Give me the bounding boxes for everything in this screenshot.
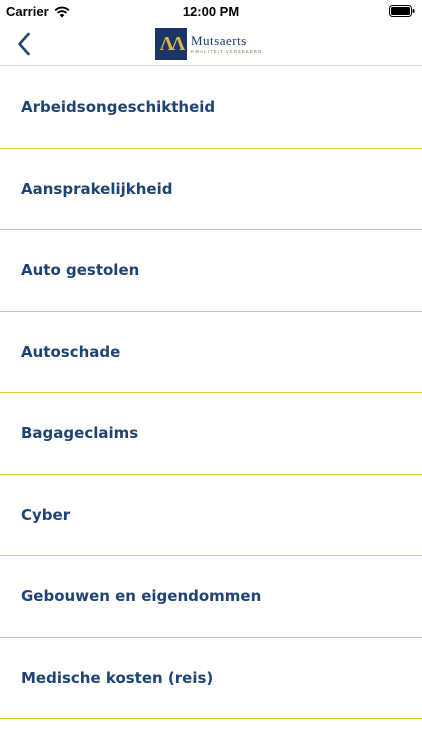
list-item-label: Medische kosten (reis): [21, 668, 214, 687]
list-item-label: Cyber: [21, 505, 71, 524]
list-item[interactable]: Cyber: [0, 475, 422, 556]
list-item-label: Auto gestolen: [21, 261, 140, 280]
list-item-label: Aansprakelijkheid: [21, 179, 173, 198]
list-item[interactable]: Gebouwen en eigendommen: [0, 556, 422, 638]
list-item-label: Gebouwen en eigendommen: [21, 587, 262, 606]
list-item-label: Bagageclaims: [21, 424, 139, 443]
list-item[interactable]: Medische kosten (reis): [0, 638, 422, 719]
logo-mark-icon: ΛΛ: [155, 28, 187, 60]
chevron-left-icon: [18, 32, 30, 56]
status-right: [389, 5, 415, 17]
navigation-bar: ΛΛ Mutsaerts KWALITEIT VERZEKERD: [0, 22, 422, 66]
list-item-label: Autoschade: [21, 342, 121, 361]
claim-type-list: Arbeidsongeschiktheid Aansprakelijkheid …: [0, 67, 422, 719]
list-item[interactable]: Aansprakelijkheid: [0, 149, 422, 230]
logo-name: Mutsaerts: [191, 32, 247, 48]
list-item-label: Arbeidsongeschiktheid: [21, 98, 216, 117]
list-item[interactable]: Auto gestolen: [0, 230, 422, 312]
list-item[interactable]: Arbeidsongeschiktheid: [0, 67, 422, 149]
list-item[interactable]: Bagageclaims: [0, 393, 422, 475]
status-time: 12:00 PM: [182, 4, 240, 19]
logo-text: Mutsaerts KWALITEIT VERZEKERD: [191, 32, 263, 55]
battery-icon: [389, 5, 415, 17]
back-button[interactable]: [6, 26, 42, 62]
brand-logo: ΛΛ Mutsaerts KWALITEIT VERZEKERD: [155, 27, 262, 61]
logo-tagline: KWALITEIT VERZEKERD: [191, 48, 263, 54]
list-item[interactable]: Autoschade: [0, 312, 422, 393]
status-bar: Carrier 12:00 PM: [0, 0, 422, 22]
